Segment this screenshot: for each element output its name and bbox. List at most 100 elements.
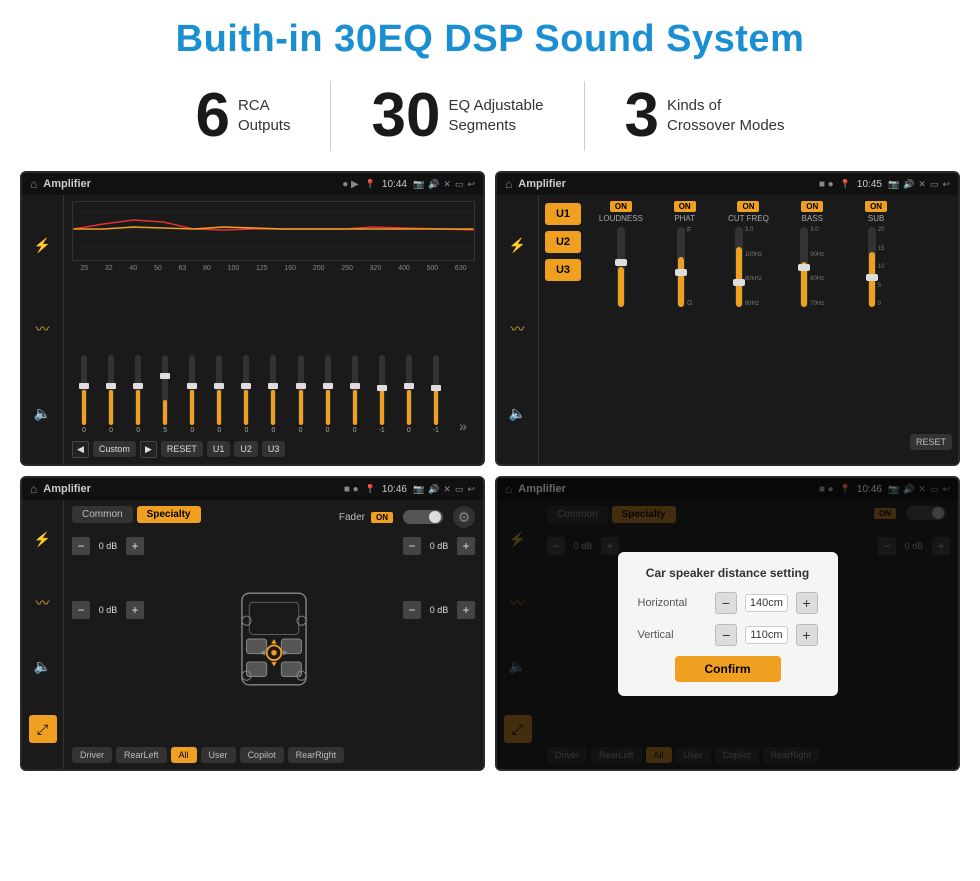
crossover-filter-icon[interactable]: ⚡ — [504, 231, 532, 259]
eq-slider-4[interactable]: 0 — [180, 355, 204, 434]
speaker-controls: − 0 dB + − 0 dB + — [72, 537, 475, 741]
db-minus-fr[interactable]: − — [403, 537, 421, 555]
eq-slider-7[interactable]: 0 — [261, 355, 285, 434]
eq-slider-12[interactable]: 0 — [397, 355, 421, 434]
eq-wave-icon[interactable]: 〰 — [29, 315, 57, 343]
speaker-filter-icon[interactable]: ⚡ — [29, 526, 57, 554]
eq-filter-icon[interactable]: ⚡ — [29, 231, 57, 259]
eq-slider-2[interactable]: 0 — [126, 355, 150, 434]
custom-button[interactable]: Custom — [93, 441, 136, 457]
status-time-1: 10:44 — [382, 179, 407, 190]
copilot-button[interactable]: Copilot — [240, 747, 284, 763]
ch-phat-label: PHAT — [674, 214, 695, 223]
screen-crossover: ⌂ Amplifier ■ ● 📍 10:45 📷 🔊 ✕ ▭ ↩ ⚡ 〰 🔈 … — [495, 171, 960, 466]
u1-button-eq[interactable]: U1 — [207, 441, 231, 457]
u3-button-eq[interactable]: U3 — [262, 441, 286, 457]
eq-slider-6[interactable]: 0 — [234, 355, 258, 434]
tab-common[interactable]: Common — [72, 506, 133, 523]
speaker-content: ⚡ 〰 🔈 ⤢ Common Specialty Fader ON — [22, 500, 483, 769]
close-icon-3[interactable]: ✕ — [443, 484, 451, 495]
eq-slider-9[interactable]: 0 — [316, 355, 340, 434]
dialog-vertical-label: Vertical — [638, 629, 708, 641]
db-value-fr: 0 dB — [425, 541, 453, 551]
u-buttons-panel: U1 U2 U3 — [539, 195, 587, 464]
home-icon-1[interactable]: ⌂ — [30, 177, 37, 191]
eq-slider-13[interactable]: -1 — [424, 355, 448, 434]
status-bar-2: ⌂ Amplifier ■ ● 📍 10:45 📷 🔊 ✕ ▭ ↩ — [497, 173, 958, 195]
eq-slider-1[interactable]: 0 — [99, 355, 123, 434]
db-control-fr: − 0 dB + — [403, 537, 475, 555]
db-minus-fl[interactable]: − — [72, 537, 90, 555]
ch-cutfreq-labels: 3.0 100Hz 80kHz 60Hz — [745, 227, 762, 307]
dialog-vertical-plus[interactable]: + — [796, 624, 818, 646]
ch-cutfreq-on[interactable]: ON — [737, 201, 759, 212]
eq-slider-3[interactable]: 5 — [153, 355, 177, 434]
dialog-horizontal-plus[interactable]: + — [796, 592, 818, 614]
all-button[interactable]: All — [171, 747, 197, 763]
close-icon-2[interactable]: ✕ — [918, 179, 926, 190]
ch-phat-slider[interactable] — [677, 227, 685, 307]
prev-button[interactable]: ◀ — [72, 441, 89, 458]
eq-slider-8[interactable]: 0 — [289, 355, 313, 434]
speaker-vol-icon[interactable]: 🔈 — [29, 652, 57, 680]
back-icon-1[interactable]: ↩ — [467, 179, 475, 190]
dialog-horizontal-minus[interactable]: − — [715, 592, 737, 614]
u3-button[interactable]: U3 — [545, 259, 581, 281]
eq-slider-11[interactable]: -1 — [370, 355, 394, 434]
eq-slider-0[interactable]: 0 — [72, 355, 96, 434]
ch-sub-slider[interactable] — [868, 227, 876, 307]
speaker-settings-icon[interactable]: ⚙ — [453, 506, 475, 528]
confirm-button[interactable]: Confirm — [675, 656, 781, 682]
ch-sub-on[interactable]: ON — [865, 201, 887, 212]
ch-loudness-slider[interactable] — [617, 227, 625, 307]
window-icon-1[interactable]: ▭ — [455, 179, 464, 190]
expand-icon[interactable]: » — [451, 418, 475, 434]
left-db-controls: − 0 dB + − 0 dB + — [72, 537, 144, 741]
ch-loudness-on[interactable]: ON — [610, 201, 632, 212]
home-icon-2[interactable]: ⌂ — [505, 177, 512, 191]
crossover-wave-icon[interactable]: 〰 — [504, 315, 532, 343]
home-icon-3[interactable]: ⌂ — [30, 482, 37, 496]
eq-slider-10[interactable]: 0 — [343, 355, 367, 434]
crossover-speaker-icon[interactable]: 🔈 — [504, 400, 532, 428]
u2-button[interactable]: U2 — [545, 231, 581, 253]
ch-bass-label: BASS — [802, 214, 823, 223]
fader-on-badge[interactable]: ON — [371, 512, 393, 523]
window-icon-2[interactable]: ▭ — [930, 179, 939, 190]
fader-toggle[interactable] — [403, 510, 443, 524]
u1-button[interactable]: U1 — [545, 203, 581, 225]
speaker-expand-icon[interactable]: ⤢ — [29, 715, 57, 743]
ch-bass-on[interactable]: ON — [801, 201, 823, 212]
db-minus-rr[interactable]: − — [403, 601, 421, 619]
crossover-reset-button[interactable]: RESET — [910, 434, 952, 450]
dialog-vertical-minus[interactable]: − — [715, 624, 737, 646]
db-plus-fr[interactable]: + — [457, 537, 475, 555]
db-minus-rl[interactable]: − — [72, 601, 90, 619]
window-icon-3[interactable]: ▭ — [455, 484, 464, 495]
u2-button-eq[interactable]: U2 — [234, 441, 258, 457]
tab-specialty[interactable]: Specialty — [137, 506, 201, 523]
rearleft-button[interactable]: RearLeft — [116, 747, 167, 763]
rearright-button[interactable]: RearRight — [288, 747, 345, 763]
status-bar-3: ⌂ Amplifier ■ ● 📍 10:46 📷 🔊 ✕ ▭ ↩ — [22, 478, 483, 500]
back-icon-3[interactable]: ↩ — [467, 484, 475, 495]
back-icon-2[interactable]: ↩ — [942, 179, 950, 190]
db-plus-fl[interactable]: + — [126, 537, 144, 555]
db-plus-rr[interactable]: + — [457, 601, 475, 619]
eq-speaker-icon[interactable]: 🔈 — [29, 400, 57, 428]
speaker-wave-icon[interactable]: 〰 — [29, 589, 57, 617]
dialog-horizontal-value: 140cm — [745, 594, 788, 612]
eq-slider-5[interactable]: 0 — [207, 355, 231, 434]
screen-distance: ⌂ Amplifier ■ ● 📍 10:46 📷 🔊 ✕ ▭ ↩ ⚡ 〰 🔈 … — [495, 476, 960, 771]
dialog-overlay: Car speaker distance setting Horizontal … — [497, 478, 958, 769]
ch-bass-slider[interactable] — [800, 227, 808, 307]
db-plus-rl[interactable]: + — [126, 601, 144, 619]
ch-phat-on[interactable]: ON — [674, 201, 696, 212]
play-button[interactable]: ▶ — [140, 441, 157, 458]
close-icon-1[interactable]: ✕ — [443, 179, 451, 190]
crossover-content: ⚡ 〰 🔈 U1 U2 U3 ON LOUDNESS — [497, 195, 958, 464]
ch-cutfreq-slider[interactable] — [735, 227, 743, 307]
driver-button[interactable]: Driver — [72, 747, 112, 763]
reset-button[interactable]: RESET — [161, 441, 203, 457]
user-button[interactable]: User — [201, 747, 236, 763]
